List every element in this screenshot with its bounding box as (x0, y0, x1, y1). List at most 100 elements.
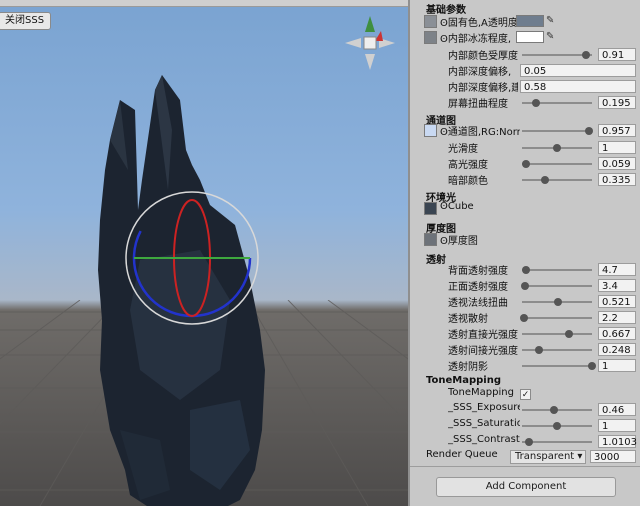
inner-freeze-swatch[interactable] (516, 31, 544, 43)
shadow-color-row: 暗部颜色 0.335 (410, 172, 640, 188)
shadow-color-field[interactable]: 0.335 (598, 173, 636, 186)
base-color-row: ʘ固有色,A透明度 ✎ (410, 14, 640, 30)
shadow-color-slider[interactable] (522, 179, 592, 181)
thickness-row: ʘ厚度图 (410, 232, 640, 248)
divider (410, 466, 640, 467)
channel-texture-slot[interactable] (424, 124, 437, 137)
slider-knob[interactable] (584, 127, 593, 135)
normal-distortion-field[interactable]: 0.521 (598, 295, 636, 308)
sss-saturation-field[interactable]: 1 (598, 419, 636, 432)
base-color-swatch[interactable] (516, 15, 544, 27)
thickness-label: ʘ厚度图 (440, 236, 478, 247)
sss-exposure-row: _SSS_Exposure 0.46 (410, 402, 640, 418)
eyedropper-icon[interactable]: ✎ (546, 31, 554, 42)
screen-distortion-label: 屏幕扭曲程度 (448, 99, 508, 110)
screen-distortion-row: 屏幕扭曲程度 0.195 (410, 95, 640, 111)
smoothness-label: 光滑度 (448, 144, 478, 155)
smoothness-field[interactable]: 1 (598, 141, 636, 154)
scatter-field[interactable]: 2.2 (598, 311, 636, 324)
render-queue-dropdown[interactable]: Transparent ▾ (510, 450, 586, 464)
direct-light-label: 透射直接光强度 (448, 330, 518, 341)
sss-saturation-label: _SSS_Saturation (448, 418, 520, 429)
slider-knob[interactable] (531, 99, 540, 107)
slider-knob[interactable] (520, 282, 529, 290)
transmission-row-3: 透视散射 2.2 (410, 310, 640, 326)
slider-knob[interactable] (553, 422, 561, 430)
cube-row: ʘCube (410, 201, 640, 217)
normal-distortion-label: 透视法线扭曲 (448, 298, 508, 309)
front-transmission-field[interactable]: 3.4 (598, 279, 636, 292)
front-transmission-label: 正面透射强度 (448, 282, 508, 293)
slider-knob[interactable] (554, 298, 563, 306)
cube-label: ʘCube (440, 201, 474, 212)
slider-knob[interactable] (535, 346, 544, 354)
inner-depth-offset-field[interactable]: 0.05 (520, 64, 636, 77)
front-transmission-slider[interactable] (522, 285, 592, 287)
direct-light-slider[interactable] (522, 333, 592, 335)
channel-tex-slider[interactable] (522, 130, 592, 132)
inner-freeze-row: ʘ内部冰冻程度, ✎ (410, 30, 640, 46)
cube-texture-slot[interactable] (424, 202, 437, 215)
indirect-light-field[interactable]: 0.248 (598, 343, 636, 356)
slider-knob[interactable] (520, 314, 529, 322)
screen-distortion-field[interactable]: 0.195 (598, 96, 636, 109)
shadow-color-label: 暗部颜色 (448, 176, 488, 187)
inner-depth-offset-2-row: 内部深度偏移,建 0.58 (410, 79, 640, 95)
slider-knob[interactable] (581, 51, 590, 59)
inner-freeze-texture-slot[interactable] (424, 31, 437, 44)
section-tonemapping: ToneMapping (426, 375, 501, 386)
render-queue-field[interactable]: 3000 (590, 450, 636, 463)
specular-intensity-label: 高光强度 (448, 160, 488, 171)
specular-intensity-row: 高光强度 0.059 (410, 156, 640, 172)
rock-model[interactable] (80, 70, 280, 506)
indirect-light-slider[interactable] (522, 349, 592, 351)
specular-intensity-slider[interactable] (522, 163, 592, 165)
channel-tex-label: ʘ通道图,RG:Norm (440, 127, 520, 138)
sss-saturation-row: _SSS_Saturation 1 (410, 418, 640, 434)
add-component-button[interactable]: Add Component (436, 477, 616, 497)
slider-knob[interactable] (541, 176, 550, 184)
slider-knob[interactable] (553, 144, 561, 152)
scene-view[interactable]: 关闭SSS (0, 0, 408, 506)
thickness-texture-slot[interactable] (424, 233, 437, 246)
slider-knob[interactable] (588, 362, 596, 370)
inner-color-thickness-label: 内部颜色受厚度 (448, 51, 518, 62)
inner-color-thickness-field[interactable]: 0.91 (598, 48, 636, 61)
transmission-row-4: 透射直接光强度 0.667 (410, 326, 640, 342)
inner-depth-offset-2-field[interactable]: 0.58 (520, 80, 636, 93)
slider-knob[interactable] (564, 330, 573, 338)
inner-freeze-label: ʘ内部冰冻程度, (440, 34, 512, 45)
transmission-shadow-slider[interactable] (522, 365, 592, 367)
transmission-shadow-field[interactable]: 1 (598, 359, 636, 372)
direct-light-field[interactable]: 0.667 (598, 327, 636, 340)
slider-knob[interactable] (522, 160, 531, 168)
base-color-label: ʘ固有色,A透明度 (440, 18, 518, 29)
eyedropper-icon[interactable]: ✎ (546, 15, 554, 26)
slider-knob[interactable] (550, 406, 559, 414)
indirect-light-label: 透射间接光强度 (448, 346, 518, 357)
tonemapping-toggle-row: ToneMapping ✓ (410, 387, 640, 403)
orientation-gizmo-icon[interactable] (343, 14, 397, 72)
sss-exposure-field[interactable]: 0.46 (598, 403, 636, 416)
specular-intensity-field[interactable]: 0.059 (598, 157, 636, 170)
chevron-down-icon: ▾ (577, 451, 583, 462)
render-queue-label: Render Queue (426, 449, 498, 460)
inner-depth-offset-row: 内部深度偏移, 0.05 (410, 63, 640, 79)
back-transmission-field[interactable]: 4.7 (598, 263, 636, 276)
scatter-label: 透视散射 (448, 314, 488, 325)
sss-contrast-field[interactable]: 1.0103 (598, 435, 637, 448)
slider-knob[interactable] (521, 266, 530, 274)
base-color-texture-slot[interactable] (424, 15, 437, 28)
render-queue-row: Render Queue Transparent ▾ 3000 (410, 449, 640, 465)
scene-toolbar (0, 0, 408, 7)
close-sss-button[interactable]: 关闭SSS (0, 12, 52, 30)
tonemapping-checkbox[interactable]: ✓ (520, 389, 531, 400)
channel-tex-field[interactable]: 0.957 (598, 124, 636, 137)
back-transmission-slider[interactable] (522, 269, 592, 271)
transmission-row-5: 透射间接光强度 0.248 (410, 342, 640, 358)
back-transmission-label: 背面透射强度 (448, 266, 508, 277)
transmission-row-0: 背面透射强度 4.7 (410, 262, 640, 278)
scatter-slider[interactable] (522, 317, 592, 319)
slider-knob[interactable] (525, 438, 533, 446)
tonemapping-toggle-label: ToneMapping (448, 387, 514, 398)
